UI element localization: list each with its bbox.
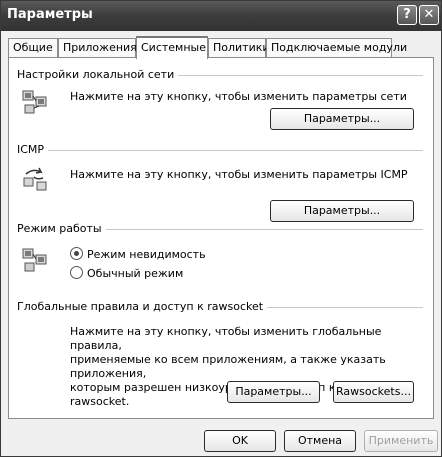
radio-selected-icon[interactable] (70, 247, 83, 260)
window-title: Параметры (7, 7, 93, 22)
network-section-title: Настройки локальной сети (17, 68, 179, 81)
title-bar: Параметры ? ✕ (1, 1, 441, 31)
network-settings-button[interactable]: Параметры... (270, 108, 414, 130)
mode-stealth-label: Режим невидимость (87, 248, 206, 261)
apply-button[interactable]: Применить (364, 430, 438, 452)
rawsocket-description-line: Нажмите на эту кнопку, чтобы изменить гл… (70, 325, 382, 352)
network-description: Нажмите на эту кнопку, чтобы изменить па… (70, 90, 407, 103)
tab-applications[interactable]: Приложения (58, 38, 137, 57)
tab-plugins[interactable]: Подключаемые модули (266, 38, 407, 57)
mode-computers-icon (22, 248, 47, 272)
cancel-button[interactable]: Отмена (284, 430, 356, 452)
tab-system[interactable]: Системные (136, 36, 208, 59)
rawsockets-button[interactable]: Rawsockets... (333, 381, 414, 403)
rawsocket-settings-button[interactable]: Параметры... (227, 381, 320, 403)
help-button[interactable]: ? (397, 5, 417, 25)
settings-dialog: Параметры ? ✕ Общие Приложения Системные… (0, 0, 442, 457)
tab-general[interactable]: Общие (8, 38, 58, 57)
close-button[interactable]: ✕ (419, 5, 439, 25)
rawsocket-description-line: применяемые ко всем приложениям, а также… (70, 353, 386, 380)
mode-stealth-option[interactable]: Режим невидимость (70, 247, 206, 263)
tab-policies[interactable]: Политики (208, 38, 270, 57)
icmp-section-title: ICMP (17, 143, 49, 156)
mode-normal-label: Обычный режим (87, 267, 184, 280)
icmp-arrows-icon (23, 167, 47, 191)
icmp-description: Нажмите на эту кнопку, чтобы изменить па… (70, 168, 408, 181)
network-computers-icon (22, 90, 47, 114)
icmp-settings-button[interactable]: Параметры... (270, 200, 414, 222)
system-tab-panel: Настройки локальной сети Нажмите на эту … (8, 57, 434, 419)
rawsocket-section-title: Глобальные правила и доступ к rawsocket (17, 300, 268, 313)
radio-unselected-icon[interactable] (70, 266, 83, 279)
ok-button[interactable]: OK (204, 430, 276, 452)
mode-normal-option[interactable]: Обычный режим (70, 266, 183, 282)
mode-section-title: Режим работы (17, 222, 106, 235)
icmp-divider (17, 150, 423, 151)
